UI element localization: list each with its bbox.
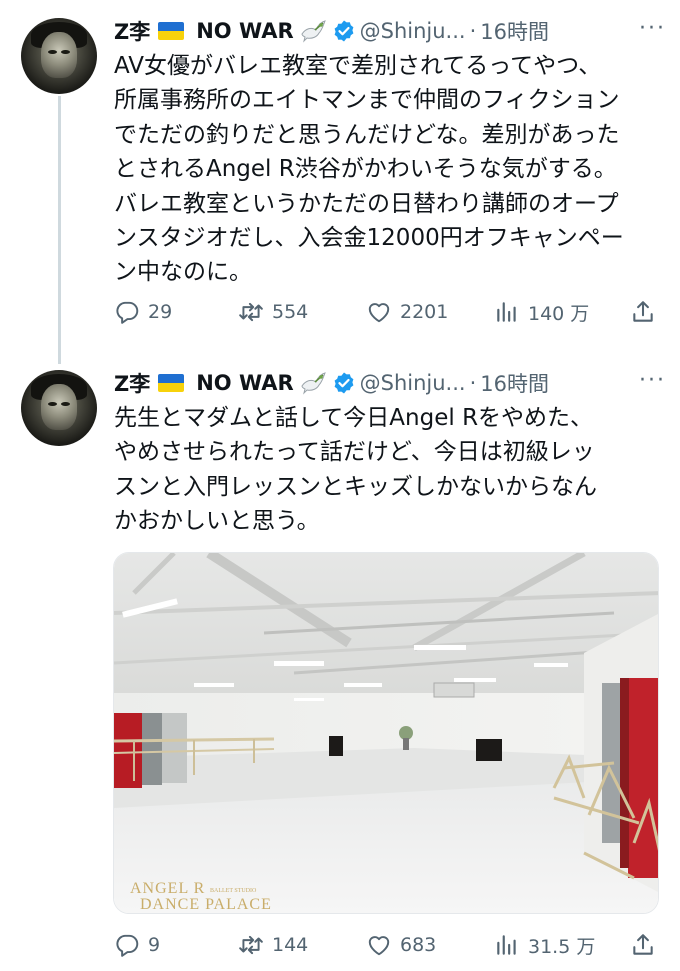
retweet-count: 144 bbox=[272, 934, 309, 956]
separator: · bbox=[469, 19, 477, 43]
retweet-icon bbox=[239, 935, 263, 955]
text-line: ン中なのに。 bbox=[114, 259, 252, 286]
tweet-text: AV女優がバレエ教室で差別されてるってやつ、 所属事務所のエイトマンまで仲間のフ… bbox=[114, 49, 669, 290]
dove-icon bbox=[301, 372, 326, 395]
text-line: とされるAngel R渋谷がかわいそうな気がする。 bbox=[114, 156, 617, 183]
like-icon bbox=[368, 303, 390, 323]
ukraine-flag-icon bbox=[158, 374, 185, 392]
verified-icon[interactable] bbox=[332, 371, 356, 395]
action-bar: 9 144 683 31.5 万 bbox=[114, 929, 664, 961]
separator: · bbox=[469, 371, 477, 395]
retweet-button[interactable]: 554 bbox=[238, 296, 308, 328]
share-icon bbox=[633, 301, 653, 322]
share-icon bbox=[633, 934, 653, 955]
like-count: 2201 bbox=[400, 301, 449, 323]
timestamp[interactable]: 16時間 bbox=[480, 368, 549, 398]
text-line: 先生とマダムと話して今日Angel Rをやめた、 bbox=[114, 405, 594, 431]
reply-icon bbox=[116, 301, 139, 324]
ukraine-flag-icon bbox=[158, 22, 185, 40]
dance-studio-photo: ANGEL R BALLET STUDIO DANCE PALACE bbox=[114, 553, 658, 913]
author-handle[interactable]: @Shinju... bbox=[360, 371, 466, 395]
text-line: バレエ教室というかただの日替わり講師のオープ bbox=[114, 190, 619, 217]
retweet-count: 554 bbox=[272, 301, 309, 323]
text-line: やめさせられたって話だけど、今日は初級レッ bbox=[114, 439, 595, 466]
share-button[interactable] bbox=[630, 929, 664, 961]
like-icon bbox=[368, 936, 390, 956]
author-name-suffix[interactable]: NO WAR bbox=[196, 371, 293, 395]
reply-count: 9 bbox=[148, 934, 161, 956]
text-line: AV女優がバレエ教室で差別されてるってやつ、 bbox=[114, 53, 602, 79]
text-line: かおかしいと思う。 bbox=[114, 508, 320, 535]
timestamp[interactable]: 16時間 bbox=[480, 16, 549, 46]
retweet-button[interactable]: 144 bbox=[238, 929, 308, 961]
share-button[interactable] bbox=[630, 296, 664, 328]
text-line: スンと入門レッスンとキッズしかないからなん bbox=[114, 473, 597, 500]
dove-icon bbox=[301, 20, 326, 43]
views-count: 31.5 万 bbox=[528, 935, 596, 958]
reply-button[interactable]: 29 bbox=[114, 296, 172, 328]
thread-line bbox=[58, 96, 61, 364]
avatar[interactable] bbox=[21, 18, 97, 94]
reply-button[interactable]: 9 bbox=[114, 929, 160, 961]
author-name[interactable]: Z李 bbox=[114, 368, 150, 398]
views-icon bbox=[497, 935, 516, 955]
text-line: ンスタジオだし、入会金12000円オフキャンペー bbox=[114, 225, 624, 252]
watermark-text: ANGEL R bbox=[130, 880, 205, 897]
watermark-small-text: BALLET STUDIO bbox=[210, 888, 257, 894]
views-icon bbox=[497, 302, 516, 322]
like-button[interactable]: 2201 bbox=[366, 296, 448, 328]
attached-photo[interactable]: ANGEL R BALLET STUDIO DANCE PALACE bbox=[113, 552, 659, 914]
author-handle[interactable]: @Shinju... bbox=[360, 19, 466, 43]
views-button[interactable]: 140 万 bbox=[494, 296, 589, 328]
reply-count: 29 bbox=[148, 301, 173, 323]
watermark-text: DANCE PALACE bbox=[140, 896, 272, 913]
verified-icon[interactable] bbox=[332, 19, 356, 43]
more-icon[interactable]: ··· bbox=[639, 368, 666, 393]
reply-icon bbox=[116, 934, 139, 957]
author-name[interactable]: Z李 bbox=[114, 16, 150, 46]
views-count: 140 万 bbox=[528, 302, 590, 325]
text-line: 所属事務所のエイトマンまで仲間のフィクション bbox=[114, 87, 620, 114]
like-button[interactable]: 683 bbox=[366, 929, 436, 961]
tweet-header: Z李 NO WAR @Shinju... · 16時間 bbox=[114, 363, 549, 403]
retweet-icon bbox=[239, 302, 263, 322]
tweet-header: Z李 NO WAR @Shinju... · 16時間 bbox=[114, 11, 549, 51]
more-icon[interactable]: ··· bbox=[639, 16, 666, 41]
action-bar: 29 554 2201 140 万 bbox=[114, 296, 664, 328]
like-count: 683 bbox=[400, 934, 437, 956]
author-name-suffix[interactable]: NO WAR bbox=[196, 19, 293, 43]
views-button[interactable]: 31.5 万 bbox=[494, 929, 595, 961]
avatar[interactable] bbox=[21, 370, 97, 446]
tweet-text: 先生とマダムと話して今日Angel Rをやめた、 やめさせられたって話だけど、今… bbox=[114, 401, 669, 539]
text-line: でただの釣りだと思うんだけどな。差別があった bbox=[114, 121, 620, 148]
